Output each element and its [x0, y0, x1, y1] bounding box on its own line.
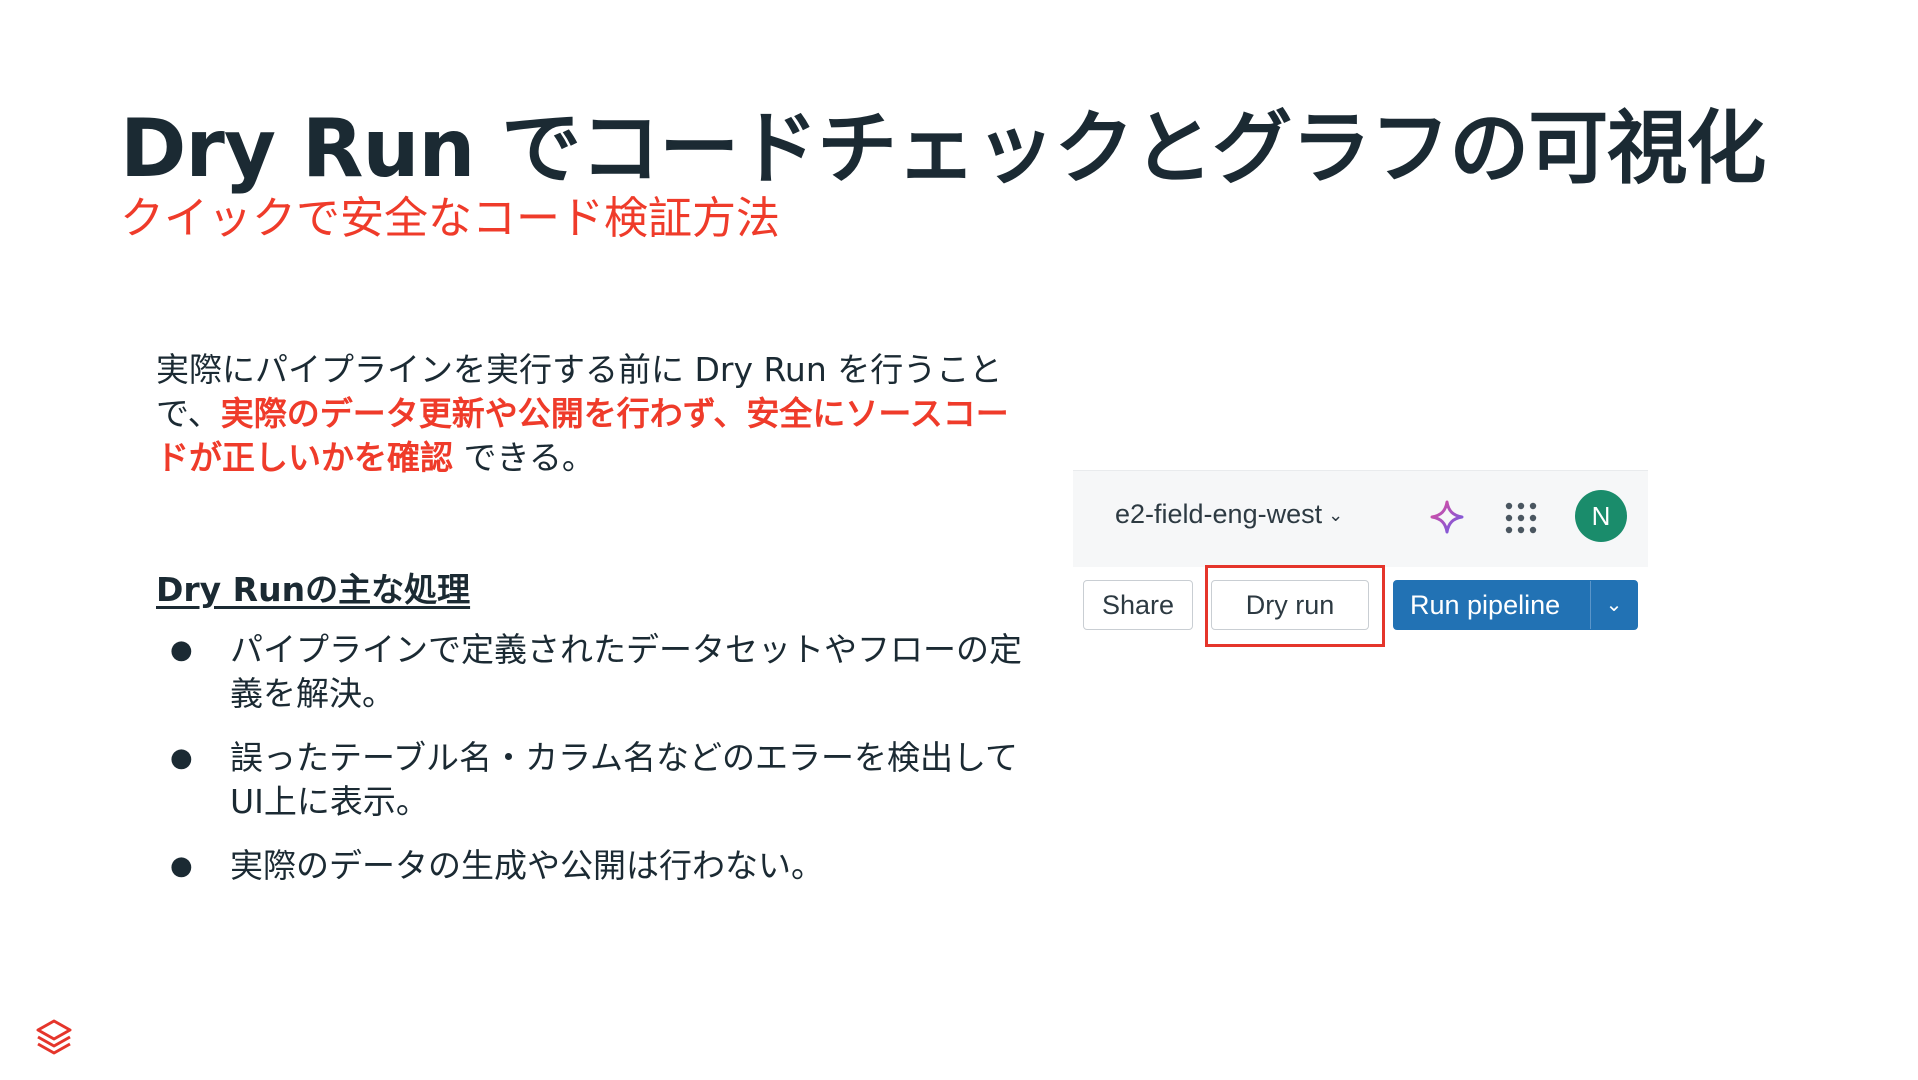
run-pipeline-label: Run pipeline: [1410, 590, 1561, 620]
list-item: ● 誤ったテーブル名・カラム名などのエラーを検出してUI上に表示。: [156, 736, 1036, 824]
bullet-text: 誤ったテーブル名・カラム名などのエラーを検出してUI上に表示。: [230, 738, 1019, 821]
chevron-down-icon[interactable]: ⌄: [1590, 581, 1637, 629]
bullet-dot: ●: [170, 851, 193, 881]
avatar[interactable]: N: [1575, 490, 1627, 542]
apps-grid-icon[interactable]: [1504, 501, 1538, 535]
workspace-selector[interactable]: e2-field-eng-west ⌄: [1115, 499, 1343, 530]
list-item: ● パイプラインで定義されたデータセットやフローの定義を解決。: [156, 628, 1036, 716]
slide-subtitle: クイックで安全なコード検証方法: [120, 193, 780, 244]
section-heading: Dry Runの主な処理: [156, 570, 471, 609]
intro-paragraph: 実際にパイプラインを実行する前に Dry Run を行うことで、実際のデータ更新…: [156, 348, 1016, 480]
workspace-name: e2-field-eng-west: [1115, 499, 1323, 529]
bullet-text: パイプラインで定義されたデータセットやフローの定義を解決。: [230, 630, 1022, 713]
bullet-list: ● パイプラインで定義されたデータセットやフローの定義を解決。 ● 誤ったテーブル名…: [156, 628, 1036, 908]
bullet-text: 実際のデータの生成や公開は行わない。: [230, 846, 824, 885]
sparkle-icon[interactable]: [1429, 499, 1465, 535]
workspace-header: e2-field-eng-west ⌄ N: [1073, 470, 1648, 567]
databricks-logo-icon: [36, 1019, 72, 1055]
bullet-dot: ●: [170, 635, 193, 665]
intro-text-part2: できる。: [453, 438, 595, 477]
bullet-dot: ●: [170, 743, 193, 773]
list-item: ● 実際のデータの生成や公開は行わない。: [156, 844, 1036, 888]
share-button[interactable]: Share: [1083, 580, 1193, 630]
dry-run-highlight-box: [1205, 565, 1385, 647]
run-pipeline-button[interactable]: Run pipeline ⌄: [1393, 580, 1638, 630]
chevron-down-icon: ⌄: [1328, 505, 1344, 526]
